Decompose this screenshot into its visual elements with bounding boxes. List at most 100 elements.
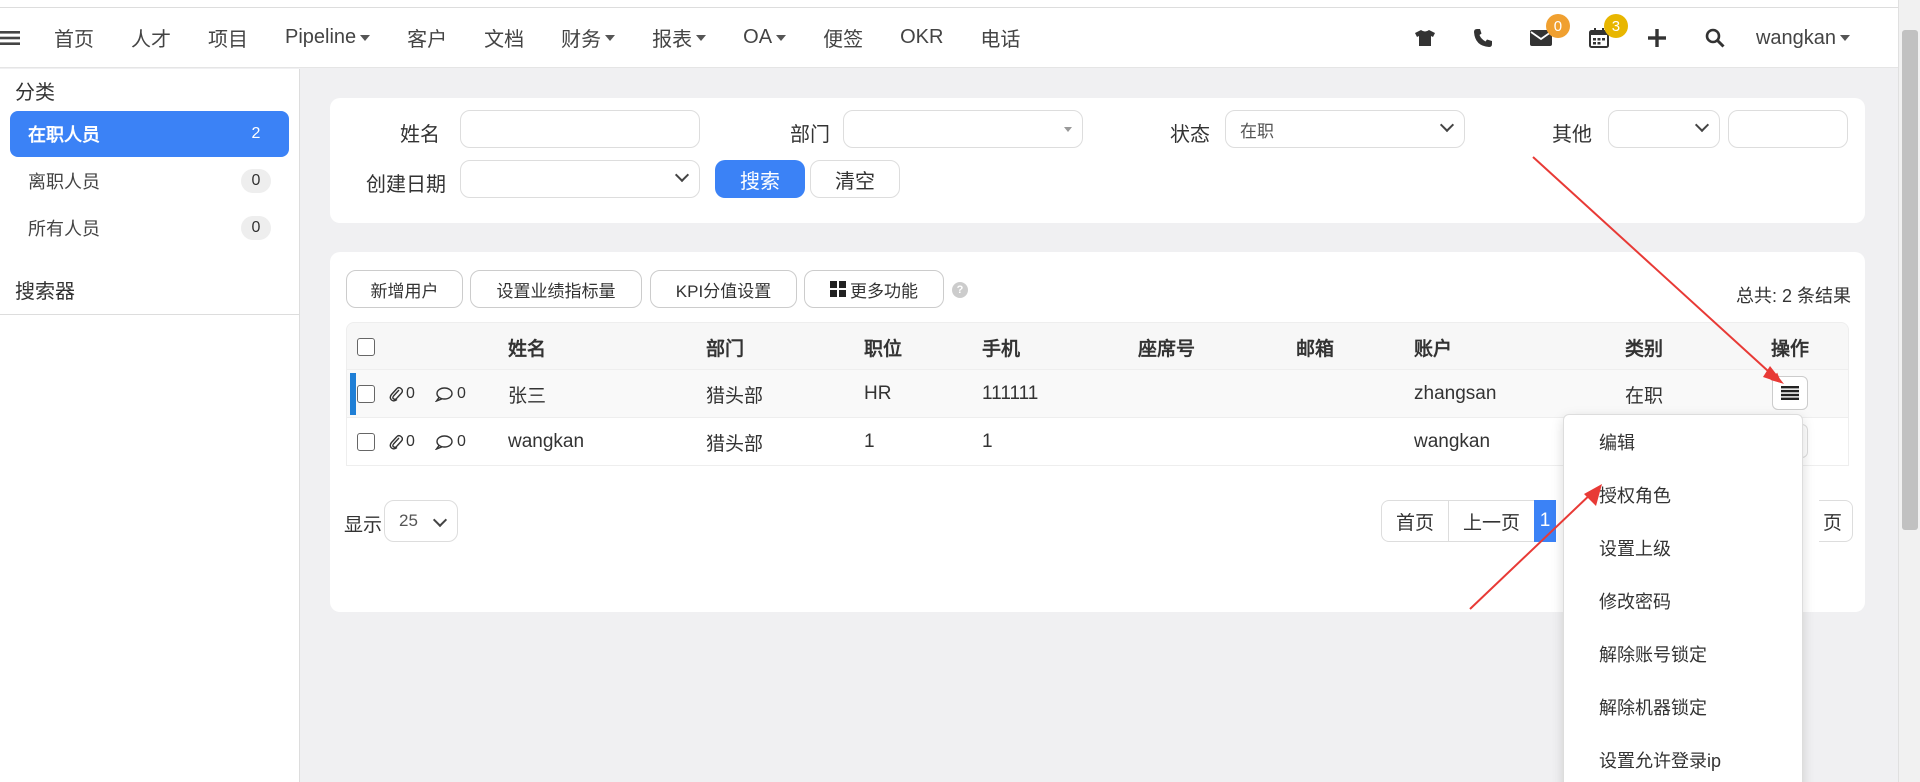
select-all-checkbox[interactable]	[357, 338, 375, 356]
prev-page-button[interactable]: 上一页	[1448, 500, 1536, 542]
nav-item-label: 首页	[54, 29, 94, 51]
user-name: wangkan	[1755, 26, 1836, 49]
scrollbar-thumb[interactable]	[1902, 30, 1918, 530]
nav-item-1[interactable]: 人才	[131, 23, 171, 52]
table-row[interactable]: 0 0 张三 猎头部 HR 111111 zhangsan 在职	[346, 370, 1849, 418]
category-heading: 分类	[15, 81, 55, 104]
nav-item-10[interactable]: OKR	[900, 26, 943, 49]
action-menu-item-5[interactable]: 解除机器锁定	[1564, 680, 1802, 733]
last-page-button[interactable]: 页	[1819, 500, 1854, 542]
more-functions-button[interactable]: 更多功能	[804, 270, 944, 308]
cell-phone: 111111	[982, 383, 1039, 404]
row-action-button[interactable]	[1772, 376, 1808, 410]
created-date-select[interactable]	[460, 160, 700, 198]
comment-icon	[435, 386, 453, 402]
nav-item-2[interactable]: 项目	[208, 23, 248, 52]
other-select[interactable]	[1608, 110, 1720, 148]
tshirt-icon[interactable]	[1396, 8, 1454, 68]
menu-toggle-icon[interactable]	[0, 8, 24, 68]
first-page-button[interactable]: 首页	[1381, 500, 1450, 542]
top-navbar: 首页 人才 项目 Pipeline 客户 文档 财务 报表 OA 便签 OKR 电话 0 3 wang…	[0, 8, 1920, 68]
caret-down-icon	[605, 34, 616, 41]
status-label: 状态	[1170, 124, 1210, 146]
action-menu-item-0[interactable]: 编辑	[1564, 415, 1802, 468]
plus-icon[interactable]	[1628, 8, 1686, 68]
nav-item-3[interactable]: Pipeline	[285, 26, 371, 49]
category-list: 在职人员 2 离职人员 0 所有人员 0	[0, 111, 299, 251]
action-dropdown-menu: 编辑 授权角色 设置上级 修改密码 解除账号锁定 解除机器锁定 设置允许登录ip	[1563, 414, 1803, 782]
nav-item-label: 便签	[823, 29, 864, 51]
nav-item-6[interactable]: 财务	[561, 23, 616, 52]
nav-item-11[interactable]: 电话	[980, 23, 1020, 52]
action-menu-item-2[interactable]: 设置上级	[1564, 521, 1802, 574]
phone-icon[interactable]	[1454, 8, 1512, 68]
cell-name: wangkan	[508, 431, 585, 452]
name-input[interactable]	[460, 110, 700, 148]
cell-type: 在职	[1625, 385, 1664, 407]
action-menu-item-4[interactable]: 解除账号锁定	[1564, 627, 1802, 680]
nav-item-label: 人才	[131, 29, 171, 51]
status-select[interactable]: 在职	[1225, 110, 1465, 148]
header-position[interactable]: 职位	[864, 323, 902, 371]
add-user-button[interactable]: 新增用户	[346, 270, 463, 308]
header-phone[interactable]: 手机	[982, 323, 1020, 371]
header-seat[interactable]: 座席号	[1138, 323, 1195, 371]
pagination: 首页 上一页 1	[1381, 500, 1557, 542]
header-email[interactable]: 邮箱	[1296, 323, 1334, 371]
action-menu-item-1[interactable]: 授权角色	[1564, 468, 1802, 521]
mail-badge: 0	[1545, 14, 1570, 38]
clear-button[interactable]: 清空	[810, 160, 900, 198]
dept-label: 部门	[790, 124, 830, 146]
calendar-icon[interactable]: 3	[1570, 8, 1628, 68]
nav-item-5[interactable]: 文档	[484, 23, 524, 52]
chevron-down-icon	[432, 512, 448, 528]
kpi-setting-button[interactable]: KPI分值设置	[650, 270, 797, 308]
sidebar-item-2[interactable]: 所有人员 0	[10, 205, 289, 251]
action-menu-item-6[interactable]: 设置允许登录ip	[1564, 733, 1802, 782]
row-checkbox[interactable]	[357, 433, 375, 451]
nav-item-8[interactable]: OA	[743, 26, 787, 49]
sidebar-item-count: 0	[241, 216, 271, 240]
header-type[interactable]: 类别	[1625, 323, 1663, 371]
sidebar-item-1[interactable]: 离职人员 0	[10, 158, 289, 204]
user-menu[interactable]: wangkan	[1756, 27, 1850, 50]
comment-count[interactable]: 0	[435, 370, 466, 418]
row-checkbox[interactable]	[357, 385, 375, 403]
header-action: 操作	[1771, 338, 1810, 360]
other-label: 其他	[1552, 124, 1592, 146]
nav-item-0[interactable]: 首页	[54, 23, 94, 52]
action-menu-item-3[interactable]: 修改密码	[1564, 574, 1802, 627]
cell-account: zhangsan	[1414, 383, 1497, 404]
help-icon[interactable]: ?	[952, 282, 968, 298]
page-size-select[interactable]: 25	[384, 500, 458, 542]
sidebar-item-count: 2	[251, 125, 261, 142]
nav-item-label: OKR	[900, 26, 944, 48]
nav-item-label: OA	[743, 26, 773, 48]
sidebar-item-count: 0	[241, 169, 271, 193]
nav-item-7[interactable]: 报表	[652, 23, 707, 52]
list-menu-icon	[1781, 386, 1799, 400]
sidebar-item-0[interactable]: 在职人员 2	[10, 111, 289, 157]
nav-item-label: 客户	[407, 29, 448, 51]
caret-down-icon	[360, 34, 371, 41]
header-name[interactable]: 姓名	[508, 323, 546, 371]
chevron-down-icon	[674, 167, 690, 183]
mail-icon[interactable]: 0	[1512, 8, 1570, 68]
page-scrollbar[interactable]	[1898, 0, 1920, 782]
attachment-count[interactable]: 0	[389, 418, 415, 466]
header-account[interactable]: 账户	[1414, 323, 1452, 371]
set-metric-button[interactable]: 设置业绩指标量	[470, 270, 642, 308]
nav-item-9[interactable]: 便签	[823, 23, 863, 52]
page-size-label: 显示	[344, 515, 383, 536]
comment-count[interactable]: 0	[435, 418, 466, 466]
dept-select[interactable]	[843, 110, 1083, 148]
current-page-button[interactable]: 1	[1534, 500, 1557, 542]
other-input[interactable]	[1728, 110, 1848, 148]
header-dept[interactable]: 部门	[706, 323, 744, 371]
attachment-count[interactable]: 0	[389, 370, 415, 418]
search-icon[interactable]	[1686, 8, 1744, 68]
triangle-down-icon	[1064, 127, 1072, 132]
nav-item-4[interactable]: 客户	[407, 23, 447, 52]
cell-account: wangkan	[1414, 431, 1491, 452]
search-button[interactable]: 搜索	[715, 160, 805, 198]
